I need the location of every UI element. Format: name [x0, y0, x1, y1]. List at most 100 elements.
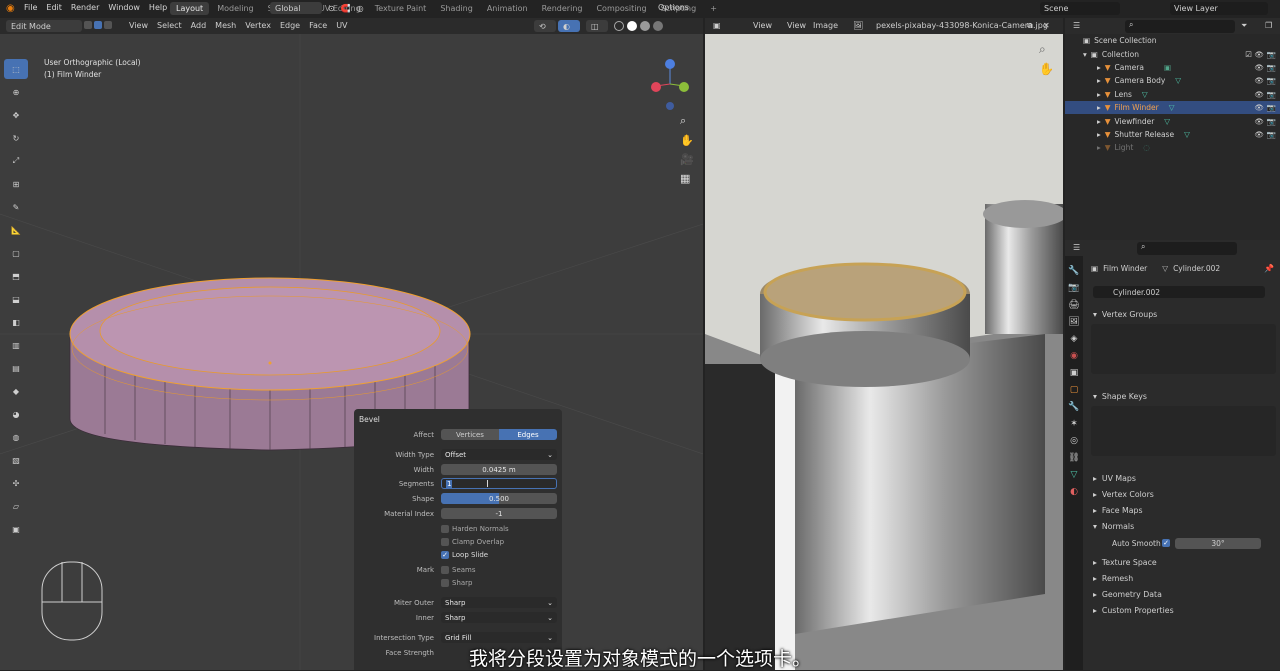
section-normals[interactable]: ▾ Normals: [1087, 518, 1280, 534]
neg-z-axis-icon[interactable]: [666, 102, 674, 110]
expand-icon[interactable]: ▸: [1097, 103, 1101, 112]
outliner-item-camera[interactable]: ▸ ▼ Camera ▣ 👁 📷: [1065, 61, 1280, 74]
menu-render[interactable]: Render: [71, 3, 99, 12]
modifier-tab-icon[interactable]: 🔧: [1068, 402, 1079, 412]
section-custom-properties[interactable]: ▸ Custom Properties: [1087, 602, 1280, 618]
outliner-collection[interactable]: ▾ ▣ Collection ☑ 👁 📷: [1065, 47, 1280, 60]
editor-type-icon[interactable]: ▣: [713, 21, 721, 30]
properties-type-icon[interactable]: ☰: [1073, 243, 1080, 252]
bevel-tool-icon[interactable]: ◧: [4, 312, 28, 332]
section-vertex-colors[interactable]: ▸ Vertex Colors: [1087, 486, 1280, 502]
menu-uv[interactable]: UV: [336, 21, 347, 30]
mesh-datablock-field[interactable]: Cylinder.002: [1093, 286, 1265, 298]
section-uv-maps[interactable]: ▸ UV Maps: [1087, 470, 1280, 486]
transform-tool-icon[interactable]: ⊞: [4, 174, 28, 194]
miter-outer-dropdown[interactable]: Sharp ⌄: [441, 597, 557, 608]
close-image-icon[interactable]: ✕: [1043, 21, 1050, 30]
inset-tool-icon[interactable]: ⬓: [4, 289, 28, 309]
zoom-icon[interactable]: ⌕: [680, 114, 694, 128]
shrink-fatten-tool-icon[interactable]: ✣: [4, 473, 28, 493]
visibility-eye-icon[interactable]: 👁: [1254, 76, 1264, 85]
checkbox-icon[interactable]: ☑: [1245, 50, 1252, 59]
camera-view-icon[interactable]: 🎥: [680, 153, 694, 166]
menu-select[interactable]: Select: [157, 21, 182, 30]
segments-field[interactable]: 1: [441, 478, 557, 489]
orientation-dropdown[interactable]: Global: [270, 2, 322, 14]
tab-animation[interactable]: Animation: [481, 2, 534, 15]
pivot-icon[interactable]: ⊙: [328, 4, 335, 13]
tab-texture-paint[interactable]: Texture Paint: [369, 2, 433, 15]
particles-tab-icon[interactable]: ✶: [1070, 419, 1078, 429]
image-menu-image[interactable]: Image: [813, 21, 838, 30]
menu-file[interactable]: File: [24, 3, 37, 12]
affect-vertices-button[interactable]: Vertices: [441, 429, 499, 440]
options-button[interactable]: Options: [658, 3, 689, 12]
expand-icon[interactable]: ▸: [1097, 76, 1101, 85]
xray-icon[interactable]: ◫: [586, 20, 608, 32]
render-camera-icon[interactable]: 📷: [1267, 63, 1276, 72]
properties-search[interactable]: ⌕: [1137, 242, 1237, 255]
mode-selector[interactable]: Edit Mode: [6, 20, 82, 32]
image-menu-view-2[interactable]: View: [787, 21, 806, 30]
menu-window[interactable]: Window: [108, 3, 140, 12]
edge-slide-tool-icon[interactable]: ▧: [4, 450, 28, 470]
tool-tab-icon[interactable]: 🔧: [1068, 266, 1079, 276]
collection-tab-icon[interactable]: ▣: [1070, 368, 1079, 378]
section-shape-keys[interactable]: ▾ Shape Keys: [1087, 388, 1280, 404]
menu-edge[interactable]: Edge: [280, 21, 300, 30]
render-camera-icon[interactable]: 📷: [1267, 117, 1276, 126]
snap-icon[interactable]: 🧲: [341, 4, 351, 13]
render-tab-icon[interactable]: 📷: [1068, 283, 1079, 293]
section-remesh[interactable]: ▸ Remesh: [1087, 570, 1280, 586]
loop-cut-tool-icon[interactable]: ▥: [4, 335, 28, 355]
scene-tab-icon[interactable]: ◈: [1071, 334, 1078, 344]
menu-help[interactable]: Help: [149, 3, 167, 12]
smooth-tool-icon[interactable]: ◍: [4, 427, 28, 447]
move-tool-icon[interactable]: ✥: [4, 105, 28, 125]
expand-icon[interactable]: ▸: [1097, 90, 1101, 99]
expand-icon[interactable]: ▸: [1097, 63, 1101, 72]
poly-build-tool-icon[interactable]: ◆: [4, 381, 28, 401]
outliner-item-light[interactable]: ▸ ▼ Light ◌: [1065, 141, 1280, 154]
shape-keys-list[interactable]: [1091, 406, 1276, 456]
extrude-tool-icon[interactable]: ⬒: [4, 266, 28, 286]
mark-seams-checkbox[interactable]: Seams: [441, 565, 476, 574]
face-select-icon[interactable]: [104, 21, 112, 29]
solid-shading-icon[interactable]: [627, 21, 637, 31]
visibility-eye-icon[interactable]: 👁: [1254, 117, 1264, 126]
outliner-item-camera-body[interactable]: ▸ ▼ Camera Body ▽ 👁 📷: [1065, 74, 1280, 87]
select-box-tool-icon[interactable]: ⬚: [4, 59, 28, 79]
menu-edit[interactable]: Edit: [46, 3, 62, 12]
output-tab-icon[interactable]: 🖨: [1068, 300, 1079, 310]
constraints-tab-icon[interactable]: ⛓: [1068, 453, 1079, 463]
object-tab-icon[interactable]: ▢: [1070, 385, 1079, 395]
expand-icon[interactable]: ▸: [1097, 130, 1101, 139]
visibility-eye-icon[interactable]: 👁: [1254, 63, 1264, 72]
cursor-tool-icon[interactable]: ⊕: [4, 82, 28, 102]
edge-select-icon[interactable]: [94, 21, 102, 29]
new-collection-icon[interactable]: ❐: [1265, 21, 1272, 30]
z-axis-icon[interactable]: [665, 59, 675, 69]
loop-slide-checkbox[interactable]: ✓ Loop Slide: [441, 550, 488, 559]
outliner-type-icon[interactable]: ☰: [1073, 21, 1080, 30]
outliner-search[interactable]: ⌕: [1125, 20, 1235, 33]
vertex-groups-list[interactable]: [1091, 324, 1276, 374]
harden-normals-checkbox[interactable]: Harden Normals: [441, 524, 509, 533]
physics-tab-icon[interactable]: ◎: [1070, 436, 1078, 446]
outliner-scene-collection[interactable]: ▣ Scene Collection: [1065, 34, 1280, 47]
intersection-type-dropdown[interactable]: Grid Fill ⌄: [441, 632, 557, 643]
mark-sharp-checkbox[interactable]: Sharp: [441, 578, 473, 587]
shape-slider[interactable]: 0.500: [441, 493, 557, 504]
3d-viewport[interactable]: User Orthographic (Local) (1) Film Winde…: [0, 34, 703, 670]
knife-tool-icon[interactable]: ▤: [4, 358, 28, 378]
ortho-grid-icon[interactable]: ▦: [680, 172, 694, 185]
pin-image-icon[interactable]: ⧉: [1027, 21, 1033, 31]
visibility-eye-icon[interactable]: 👁: [1254, 90, 1264, 99]
overlay-toggle-icon[interactable]: ◐: [558, 20, 580, 32]
filter-icon[interactable]: ⏷: [1241, 21, 1247, 31]
material-index-field[interactable]: -1: [441, 508, 557, 519]
miter-inner-dropdown[interactable]: Sharp ⌄: [441, 612, 557, 623]
affect-edges-button[interactable]: Edges: [499, 429, 557, 440]
visibility-eye-icon[interactable]: 👁: [1254, 130, 1264, 139]
visibility-eye-icon[interactable]: 👁: [1254, 50, 1264, 59]
